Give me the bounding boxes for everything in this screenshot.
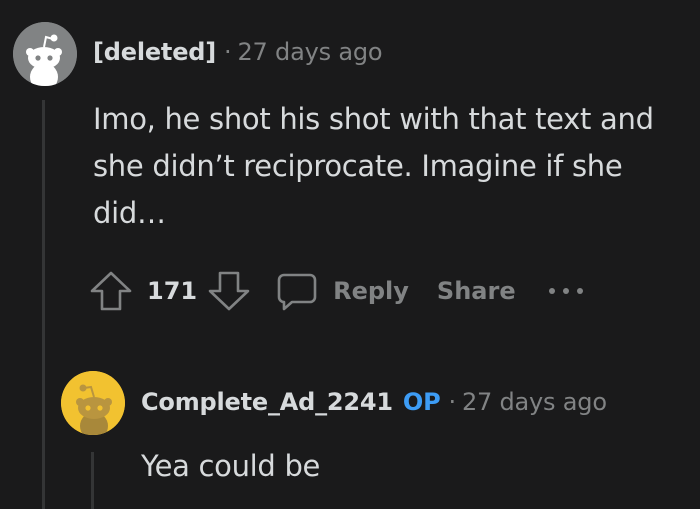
comment-timestamp[interactable]: 27 days ago: [237, 38, 382, 66]
comment-author[interactable]: Complete_Ad_2241: [141, 388, 393, 416]
snoo-avatar-icon: [61, 371, 125, 435]
more-options-icon: [548, 288, 583, 294]
upvote-button[interactable]: [89, 269, 133, 313]
comment-bubble-icon: [277, 273, 317, 311]
vote-score: 171: [147, 277, 198, 305]
comment-actions: 171 Reply Share: [89, 266, 584, 316]
reply-button[interactable]: Reply: [275, 269, 409, 313]
upvote-arrow-icon: [90, 271, 132, 311]
comment-meta: Complete_Ad_2241 OP · 27 days ago: [141, 388, 607, 416]
op-badge: OP: [402, 388, 441, 416]
downvote-button[interactable]: [207, 269, 251, 313]
meta-separator: ·: [224, 38, 232, 66]
reply-label[interactable]: Reply: [333, 277, 409, 305]
avatar[interactable]: [61, 371, 125, 435]
snoo-avatar-icon: [13, 22, 77, 86]
thread-line[interactable]: [42, 100, 45, 509]
downvote-arrow-icon: [208, 271, 250, 311]
comment-timestamp[interactable]: 27 days ago: [462, 388, 607, 416]
avatar[interactable]: [13, 22, 77, 86]
more-options-button[interactable]: [548, 285, 584, 297]
thread-line[interactable]: [91, 452, 94, 509]
comment-meta: [deleted] · 27 days ago: [93, 38, 383, 66]
comment-body: Imo, he shot his shot with that text and…: [93, 102, 654, 230]
meta-separator: ·: [448, 388, 457, 416]
comment-author[interactable]: [deleted]: [93, 38, 216, 66]
comment-body: Yea could be: [141, 449, 321, 483]
share-button[interactable]: Share: [437, 277, 516, 305]
